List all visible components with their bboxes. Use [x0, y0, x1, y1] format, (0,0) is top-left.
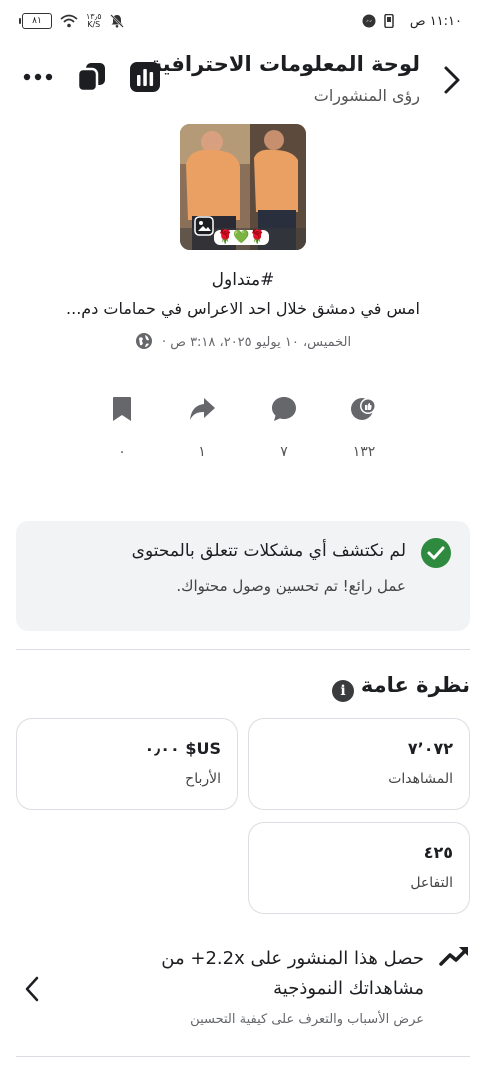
overview-title: نظرة عامة [360, 673, 470, 697]
views-value: ٧٬٠٧٢ [407, 739, 453, 758]
copy-icon [76, 63, 105, 93]
status-bar: ١١:١٠ ص ٨١ ١٣٫٥ K/S [0, 0, 486, 46]
bookmark-icon [113, 397, 131, 421]
engagement-metric-card[interactable]: ٤٢٥ التفاعل [248, 822, 470, 914]
page-subtitle: رؤى المنشورات [313, 86, 420, 105]
earnings-label: الأرباح [185, 771, 221, 787]
post-hashtag[interactable]: #متداول [0, 270, 486, 290]
status-description: عمل رائع! تم تحسين وصول محتواك. [176, 577, 406, 595]
image-type-icon [194, 216, 214, 240]
more-options-button[interactable] [22, 62, 54, 92]
shares-stat[interactable]: ١ [172, 394, 232, 460]
wifi-icon [60, 14, 78, 28]
more-icon [23, 73, 53, 81]
views-label: المشاهدات [388, 771, 453, 787]
check-icon [420, 537, 452, 573]
status-title: لم نكتشف أي مشكلات تتعلق بالمحتوى [131, 541, 406, 561]
network-speed: ١٣٫٥ K/S [86, 12, 102, 29]
insight-title: حصل هذا المنشور على 2.2x+ من مشاهداتك ال… [161, 948, 424, 999]
post-caption: امس في دمشق خلال احد الاعراس في حمامات د… [66, 299, 420, 318]
post-meta: الخميس، ١٠ يوليو ٢٠٢٥، ٣:١٨ ص · [0, 331, 486, 350]
battery-icon: ٨١ [19, 13, 52, 29]
engagement-value: ٤٢٥ [423, 843, 453, 862]
earnings-metric-card[interactable]: US$ ٠٫٠٠ الأرباح [16, 718, 238, 810]
insights-chart-button[interactable] [130, 62, 160, 92]
comments-count: ٧ [280, 444, 288, 460]
reactions-icon [351, 398, 376, 420]
notifications-off-icon [109, 14, 124, 28]
post-thumbnail[interactable]: 🌹💚🌹 [180, 124, 306, 250]
insight-subtitle: عرض الأسباب والتعرف على كيفية التحسين [190, 1012, 424, 1027]
thumbnail-emoji-overlay: 🌹💚🌹 [214, 230, 269, 245]
status-icons-left: ٨١ ١٣٫٥ K/S [19, 12, 124, 29]
reactions-stat[interactable]: ١٣٢ [334, 394, 394, 460]
content-status-card [16, 521, 470, 631]
chevron-left-icon [20, 972, 44, 1010]
comment-icon [272, 397, 296, 421]
views-metric-card[interactable]: ٧٬٠٧٢ المشاهدات [248, 718, 470, 810]
reactions-count: ١٣٢ [352, 444, 376, 460]
share-icon [190, 398, 215, 420]
status-icons-right [362, 14, 394, 28]
page-title: لوحة المعلومات الاحترافية [149, 52, 420, 76]
divider [16, 1056, 470, 1057]
earnings-value: US$ ٠٫٠٠ [144, 739, 222, 758]
divider [16, 649, 470, 650]
bar-chart-icon [130, 62, 160, 92]
post-date: الخميس، ١٠ يوليو ٢٠٢٥، ٣:١٨ ص · [161, 335, 352, 350]
copy-button[interactable] [76, 62, 106, 93]
status-time: ١١:١٠ ص [409, 14, 462, 29]
trending-up-icon [438, 944, 470, 974]
engagement-label: التفاعل [410, 875, 453, 891]
chevron-right-icon [444, 66, 460, 94]
back-button[interactable] [436, 60, 466, 100]
comments-stat[interactable]: ٧ [254, 394, 314, 460]
saves-stat[interactable]: ٠ [92, 394, 152, 460]
shares-count: ١ [198, 444, 206, 460]
globe-icon [135, 333, 152, 349]
phone-icon [384, 14, 394, 28]
saves-count: ٠ [118, 444, 126, 460]
messenger-icon [362, 14, 376, 28]
info-icon[interactable]: i [332, 680, 354, 702]
